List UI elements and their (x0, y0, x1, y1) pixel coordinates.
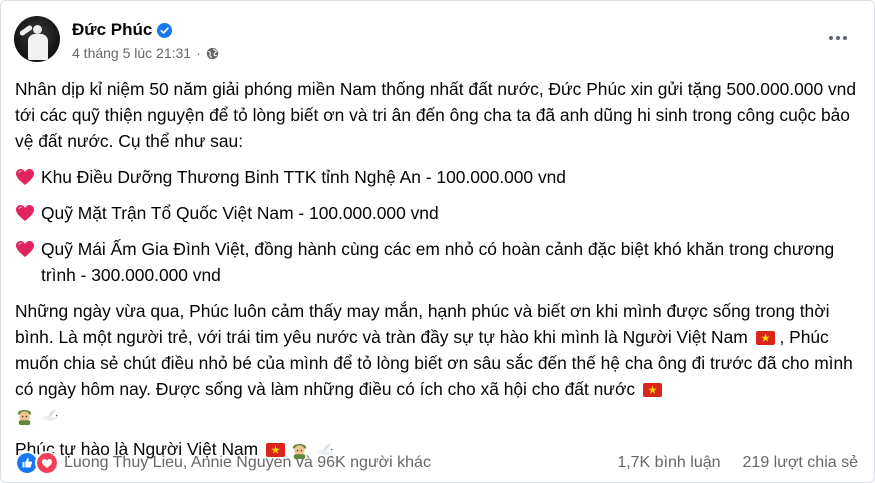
meta-separator: · (196, 45, 201, 61)
red-heart-icon (16, 241, 34, 257)
comments-count[interactable]: 1,7K bình luận (617, 454, 720, 472)
reactions-summary[interactable] (15, 451, 59, 475)
author-name-row: Đức Phúc (72, 20, 173, 40)
vietnam-flag-icon (642, 383, 662, 397)
red-heart-icon (16, 169, 34, 185)
post-header: Đức Phúc 4 tháng 5 lúc 21:31 · (14, 16, 858, 64)
donation-text: Quỹ Mái Ấm Gia Đình Việt, đồng hành cùng… (41, 239, 835, 285)
post-content: Nhân dịp kỉ niệm 50 năm giải phóng miền … (15, 76, 860, 462)
paragraph-2-part-a: Những ngày vừa qua, Phúc luôn cảm thấy m… (15, 301, 830, 347)
verified-badge-icon (157, 22, 173, 38)
post-intro: Nhân dịp kỉ niệm 50 năm giải phóng miền … (15, 79, 857, 151)
donation-item: Quỹ Mặt Trận Tổ Quốc Việt Nam - 100.000.… (15, 200, 860, 226)
shares-count[interactable]: 219 lượt chia sẻ (743, 454, 858, 472)
author-avatar[interactable] (14, 16, 60, 62)
reactors-text[interactable]: Luong Thuy Lieu, Annie Nguyen và 96K ngư… (64, 454, 431, 472)
post-meta: 4 tháng 5 lúc 21:31 · (72, 45, 219, 61)
red-heart-icon (16, 205, 34, 221)
author-name[interactable]: Đức Phúc (72, 20, 152, 40)
donation-item: Quỹ Mái Ấm Gia Đình Việt, đồng hành cùng… (15, 236, 860, 288)
globe-icon[interactable] (206, 47, 219, 60)
post-footer: Luong Thuy Lieu, Annie Nguyen và 96K ngư… (15, 450, 858, 476)
vietnam-flag-icon (755, 331, 775, 345)
dove-emoji-icon (42, 409, 58, 422)
post-paragraph-2: Những ngày vừa qua, Phúc luôn cảm thấy m… (15, 298, 860, 428)
soldier-emoji-icon (17, 410, 32, 425)
love-reaction-icon (35, 451, 59, 475)
facebook-post: Đức Phúc 4 tháng 5 lúc 21:31 · Nhân dịp … (0, 0, 875, 483)
donation-item: Khu Điều Dưỡng Thương Binh TTK tỉnh Nghệ… (15, 164, 860, 190)
more-options-icon[interactable] (826, 28, 850, 48)
donation-text: Quỹ Mặt Trận Tổ Quốc Việt Nam - 100.000.… (41, 203, 439, 223)
post-timestamp[interactable]: 4 tháng 5 lúc 21:31 (72, 45, 191, 61)
donation-text: Khu Điều Dưỡng Thương Binh TTK tỉnh Nghệ… (41, 167, 566, 187)
